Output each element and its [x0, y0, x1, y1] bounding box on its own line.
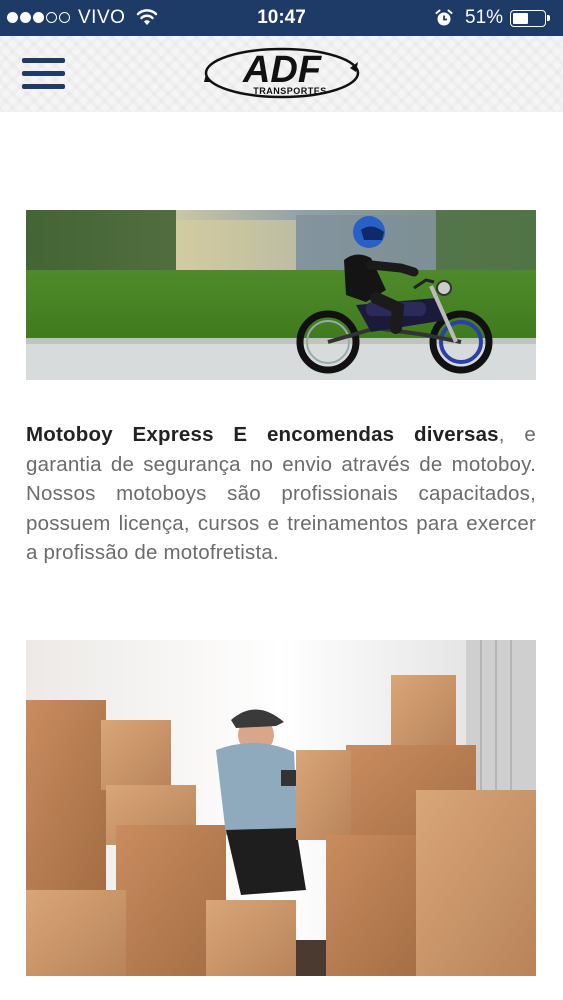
- site-header: ADF TRANSPORTES: [0, 36, 563, 112]
- delivery-boxes-photo: [26, 640, 536, 976]
- battery-percent: 51%: [465, 7, 504, 28]
- status-bar: VIVO 10:47 51%: [0, 0, 563, 36]
- alarm-icon: [434, 8, 454, 34]
- hamburger-menu-button[interactable]: [22, 56, 65, 92]
- battery-icon: [510, 10, 550, 27]
- adf-transportes-logo[interactable]: ADF TRANSPORTES: [202, 44, 362, 102]
- battery-level-fill: [513, 13, 528, 24]
- service-title: Motoboy Express E encomendas diversas: [26, 423, 499, 446]
- service-description: Motoboy Express E encomendas diversas, e…: [26, 420, 536, 568]
- motoboy-photo: [26, 210, 536, 380]
- logo-text: ADF: [242, 49, 323, 91]
- logo-subtext: TRANSPORTES: [253, 86, 327, 96]
